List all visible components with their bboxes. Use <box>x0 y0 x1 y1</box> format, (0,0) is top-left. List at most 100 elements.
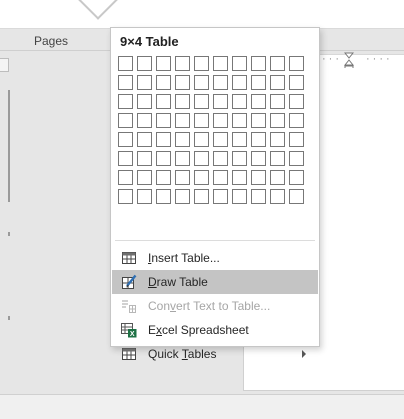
insert-table-menu-item[interactable]: Insert Table... <box>112 246 318 270</box>
table-grid-cell[interactable] <box>137 75 152 90</box>
ruler-indent-marker[interactable] <box>0 58 9 72</box>
ruler-ticks: ···· <box>366 53 393 65</box>
table-grid-cell[interactable] <box>251 56 266 71</box>
table-grid-cell[interactable] <box>156 56 171 71</box>
table-grid-cell[interactable] <box>232 113 247 128</box>
table-grid-cell[interactable] <box>270 94 285 109</box>
table-grid-cell[interactable] <box>232 75 247 90</box>
table-grid-cell[interactable] <box>270 189 285 204</box>
table-grid-cell[interactable] <box>232 56 247 71</box>
table-grid-cell[interactable] <box>213 132 228 147</box>
table-grid-cell[interactable] <box>251 75 266 90</box>
table-grid-cell[interactable] <box>194 151 209 166</box>
convert-text-to-table-menu-item: Convert Text to Table... <box>112 294 318 318</box>
table-grid-cell[interactable] <box>270 170 285 185</box>
svg-text:X: X <box>130 331 135 338</box>
table-menu-items: Insert Table... Draw Table Convert Text <box>112 246 318 366</box>
table-grid-cell[interactable] <box>175 170 190 185</box>
table-grid-cell[interactable] <box>175 151 190 166</box>
status-bar-area <box>0 395 404 419</box>
table-grid-cell[interactable] <box>175 113 190 128</box>
table-grid-cell[interactable] <box>232 189 247 204</box>
quick-tables-icon <box>122 348 136 360</box>
table-grid-cell[interactable] <box>156 189 171 204</box>
table-grid-cell[interactable] <box>175 56 190 71</box>
insert-table-icon <box>122 252 136 264</box>
table-grid-cell[interactable] <box>232 170 247 185</box>
table-grid-cell[interactable] <box>251 94 266 109</box>
table-grid-cell[interactable] <box>175 75 190 90</box>
table-grid-cell[interactable] <box>156 75 171 90</box>
table-grid-cell[interactable] <box>289 75 304 90</box>
table-grid-cell[interactable] <box>175 94 190 109</box>
table-grid-cell[interactable] <box>118 189 133 204</box>
table-grid-cell[interactable] <box>194 132 209 147</box>
table-grid-cell[interactable] <box>289 94 304 109</box>
table-grid-cell[interactable] <box>270 75 285 90</box>
table-grid-cell[interactable] <box>118 151 133 166</box>
table-grid-cell[interactable] <box>213 151 228 166</box>
table-grid-cell[interactable] <box>289 170 304 185</box>
ribbon-strip <box>0 0 404 29</box>
vertical-ruler-tick <box>8 232 10 236</box>
table-grid-cell[interactable] <box>156 151 171 166</box>
table-grid-cell[interactable] <box>251 189 266 204</box>
quick-tables-menu-item[interactable]: Quick Tables <box>112 342 318 366</box>
table-grid-cell[interactable] <box>289 151 304 166</box>
table-grid-cell[interactable] <box>251 170 266 185</box>
table-grid-cell[interactable] <box>194 94 209 109</box>
table-grid-cell[interactable] <box>232 132 247 147</box>
table-grid-cell[interactable] <box>194 75 209 90</box>
table-grid-cell[interactable] <box>194 113 209 128</box>
ruler-ticks: ··· <box>322 53 342 65</box>
table-grid-cell[interactable] <box>137 170 152 185</box>
table-grid-cell[interactable] <box>118 75 133 90</box>
table-grid-cell[interactable] <box>118 132 133 147</box>
table-grid-cell[interactable] <box>118 170 133 185</box>
table-grid-cell[interactable] <box>289 56 304 71</box>
table-grid-cell[interactable] <box>270 56 285 71</box>
table-grid-cell[interactable] <box>194 170 209 185</box>
table-size-label: 9×4 Table <box>120 34 179 49</box>
table-grid-cell[interactable] <box>232 94 247 109</box>
table-grid-cell[interactable] <box>194 189 209 204</box>
table-grid-cell[interactable] <box>156 94 171 109</box>
table-grid-cell[interactable] <box>232 151 247 166</box>
table-grid-cell[interactable] <box>251 151 266 166</box>
table-grid-cell[interactable] <box>289 113 304 128</box>
table-grid-picker[interactable] <box>118 56 304 204</box>
table-grid-cell[interactable] <box>213 189 228 204</box>
table-grid-cell[interactable] <box>175 189 190 204</box>
table-grid-cell[interactable] <box>137 151 152 166</box>
table-grid-cell[interactable] <box>156 132 171 147</box>
submenu-arrow-icon <box>302 350 306 358</box>
table-grid-cell[interactable] <box>289 132 304 147</box>
table-grid-cell[interactable] <box>251 113 266 128</box>
table-grid-cell[interactable] <box>270 151 285 166</box>
table-grid-cell[interactable] <box>118 56 133 71</box>
table-grid-cell[interactable] <box>270 132 285 147</box>
table-grid-cell[interactable] <box>137 56 152 71</box>
table-grid-cell[interactable] <box>213 170 228 185</box>
insert-table-label: Insert Table... <box>148 251 220 265</box>
table-grid-cell[interactable] <box>289 189 304 204</box>
draw-table-menu-item[interactable]: Draw Table <box>112 270 318 294</box>
table-grid-cell[interactable] <box>213 56 228 71</box>
table-grid-cell[interactable] <box>118 113 133 128</box>
table-grid-cell[interactable] <box>156 113 171 128</box>
table-grid-cell[interactable] <box>194 56 209 71</box>
table-grid-cell[interactable] <box>213 75 228 90</box>
table-grid-cell[interactable] <box>118 94 133 109</box>
table-grid-cell[interactable] <box>137 189 152 204</box>
table-grid-cell[interactable] <box>213 113 228 128</box>
table-grid-cell[interactable] <box>156 170 171 185</box>
table-grid-cell[interactable] <box>137 94 152 109</box>
excel-spreadsheet-menu-item[interactable]: X Excel Spreadsheet <box>112 318 318 342</box>
table-grid-cell[interactable] <box>137 132 152 147</box>
table-grid-cell[interactable] <box>251 132 266 147</box>
table-grid-cell[interactable] <box>137 113 152 128</box>
table-grid-cell[interactable] <box>270 113 285 128</box>
table-grid-cell[interactable] <box>175 132 190 147</box>
table-grid-cell[interactable] <box>213 94 228 109</box>
vertical-ruler-tick <box>8 316 10 320</box>
